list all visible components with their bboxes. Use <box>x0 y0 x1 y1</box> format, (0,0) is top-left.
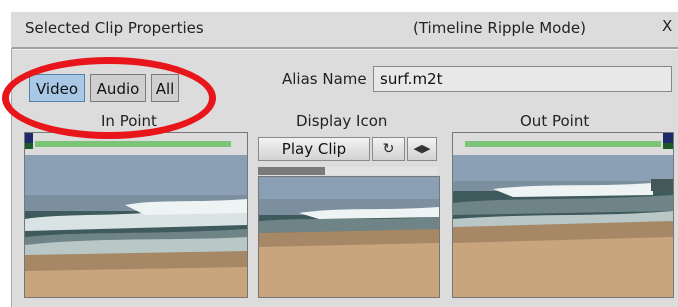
in-point-start-marker-lower <box>25 143 33 149</box>
title-divider-highlight <box>12 49 678 50</box>
left-right-arrows-icon: ◀▶ <box>413 142 431 155</box>
tab-video[interactable]: Video <box>29 74 85 102</box>
mode-label: (Timeline Ripple Mode) <box>413 19 586 37</box>
out-point-thumbnail[interactable] <box>452 132 674 298</box>
out-point-label: Out Point <box>520 112 590 130</box>
alias-name-input[interactable] <box>373 66 672 92</box>
tab-all[interactable]: All <box>151 74 179 102</box>
loop-icon: ↻ <box>382 141 395 157</box>
direction-toggle-button[interactable]: ◀▶ <box>407 137 437 161</box>
out-point-frame-image <box>453 133 673 297</box>
display-icon-thumbnail <box>258 176 440 298</box>
in-point-start-marker <box>25 133 33 143</box>
in-point-thumbnail[interactable] <box>24 132 248 298</box>
loop-button[interactable]: ↻ <box>372 137 405 161</box>
play-clip-button[interactable]: Play Clip <box>258 137 370 161</box>
out-point-marker-bar <box>465 141 661 147</box>
in-point-label: In Point <box>101 112 157 130</box>
display-icon-progress[interactable] <box>258 167 438 175</box>
dialog-title: Selected Clip Properties <box>25 19 204 37</box>
out-point-end-marker <box>663 133 673 143</box>
progress-fill <box>258 167 325 175</box>
alias-name-label: Alias Name <box>282 70 367 88</box>
in-point-marker-bar <box>35 141 231 147</box>
dialog-window: Selected Clip Properties (Timeline Rippl… <box>0 0 678 307</box>
in-point-frame-image <box>25 133 247 297</box>
tab-audio[interactable]: Audio <box>90 74 146 102</box>
close-button[interactable]: X <box>662 17 672 35</box>
display-icon-frame-image <box>259 177 439 297</box>
out-point-end-marker-lower <box>663 143 673 149</box>
display-icon-label: Display Icon <box>296 112 388 130</box>
